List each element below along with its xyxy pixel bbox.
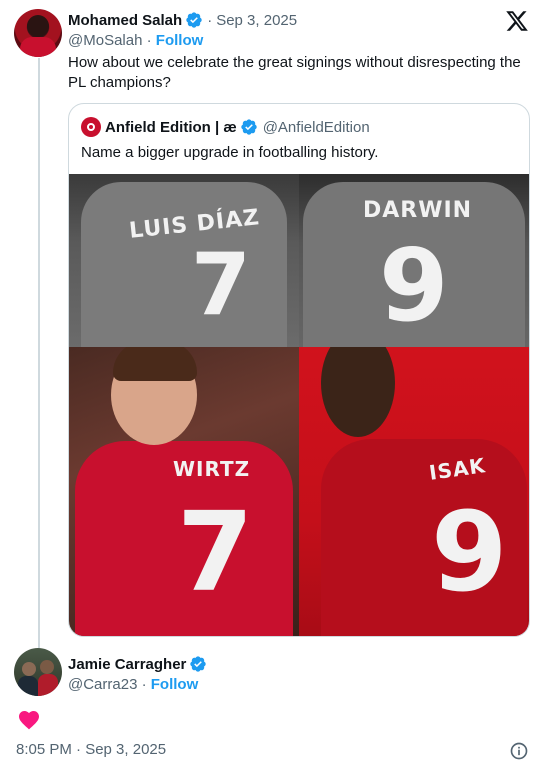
quoted-author-name: Anfield Edition | æ: [105, 118, 237, 136]
reply-author-name[interactable]: Jamie Carragher: [68, 656, 186, 673]
x-logo-icon[interactable]: [505, 9, 529, 33]
info-icon[interactable]: [509, 741, 529, 761]
follow-button[interactable]: Follow: [156, 32, 204, 49]
follow-button[interactable]: Follow: [151, 676, 199, 693]
header-separator: ·: [207, 11, 213, 29]
verified-badge-icon: [190, 656, 207, 672]
media-panel-diaz: LUIS DÍAZ 7: [69, 174, 299, 347]
heart-icon: [19, 711, 39, 730]
quoted-tweet-text: Name a bigger upgrade in footballing his…: [81, 144, 379, 161]
quoted-tweet-header: Anfield Edition | æ @AnfieldEdition: [81, 116, 370, 138]
avatar-person: [38, 674, 58, 696]
avatar-face: [40, 660, 54, 674]
verified-badge-icon: [186, 12, 202, 28]
media-panel-isak: ISAK 9: [299, 347, 529, 636]
tweet-timestamp[interactable]: 8:05 PM · Sep 3, 2025: [16, 741, 166, 758]
author-name[interactable]: Mohamed Salah: [68, 12, 182, 29]
jersey-name: DARWIN: [363, 198, 473, 223]
media-panel-darwin: DARWIN 9: [299, 174, 529, 347]
jersey-name: WIRTZ: [173, 457, 251, 481]
quoted-media-grid[interactable]: LUIS DÍAZ 7 DARWIN 9 WIRTZ 7 ISAK 9: [69, 174, 529, 636]
author-avatar[interactable]: [14, 9, 62, 57]
avatar-face: [27, 15, 49, 37]
tweet-header: Mohamed Salah · Sep 3, 2025 @MoSalah · F…: [68, 10, 297, 52]
tweet-text: How about we celebrate the great signing…: [68, 54, 521, 91]
thread-connector-line: [38, 58, 40, 648]
handle-separator: ·: [146, 32, 152, 49]
reply-header: Jamie Carragher @Carra23 · Follow: [68, 654, 207, 696]
quoted-author-handle: @AnfieldEdition: [262, 118, 370, 136]
jersey-number: 9: [431, 488, 508, 616]
jersey-number: 9: [379, 227, 449, 344]
author-handle[interactable]: @MoSalah: [68, 32, 142, 49]
reply-author-handle[interactable]: @Carra23: [68, 676, 137, 693]
player-hair: [113, 347, 197, 381]
quoted-tweet-card[interactable]: Anfield Edition | æ @AnfieldEdition Name…: [68, 103, 530, 637]
jersey-number: 7: [191, 235, 251, 335]
reply-author-avatar[interactable]: [14, 648, 62, 696]
player-head: [321, 347, 395, 437]
avatar-face: [22, 662, 36, 676]
quoted-author-avatar: [81, 117, 101, 137]
media-panel-wirtz: WIRTZ 7: [69, 347, 299, 636]
verified-badge-icon: [241, 119, 257, 135]
tweet-date[interactable]: Sep 3, 2025: [216, 12, 297, 29]
handle-separator: ·: [141, 676, 147, 693]
jersey-number: 7: [177, 488, 254, 616]
avatar-shirt: [20, 37, 56, 57]
avatar-person: [18, 676, 38, 696]
